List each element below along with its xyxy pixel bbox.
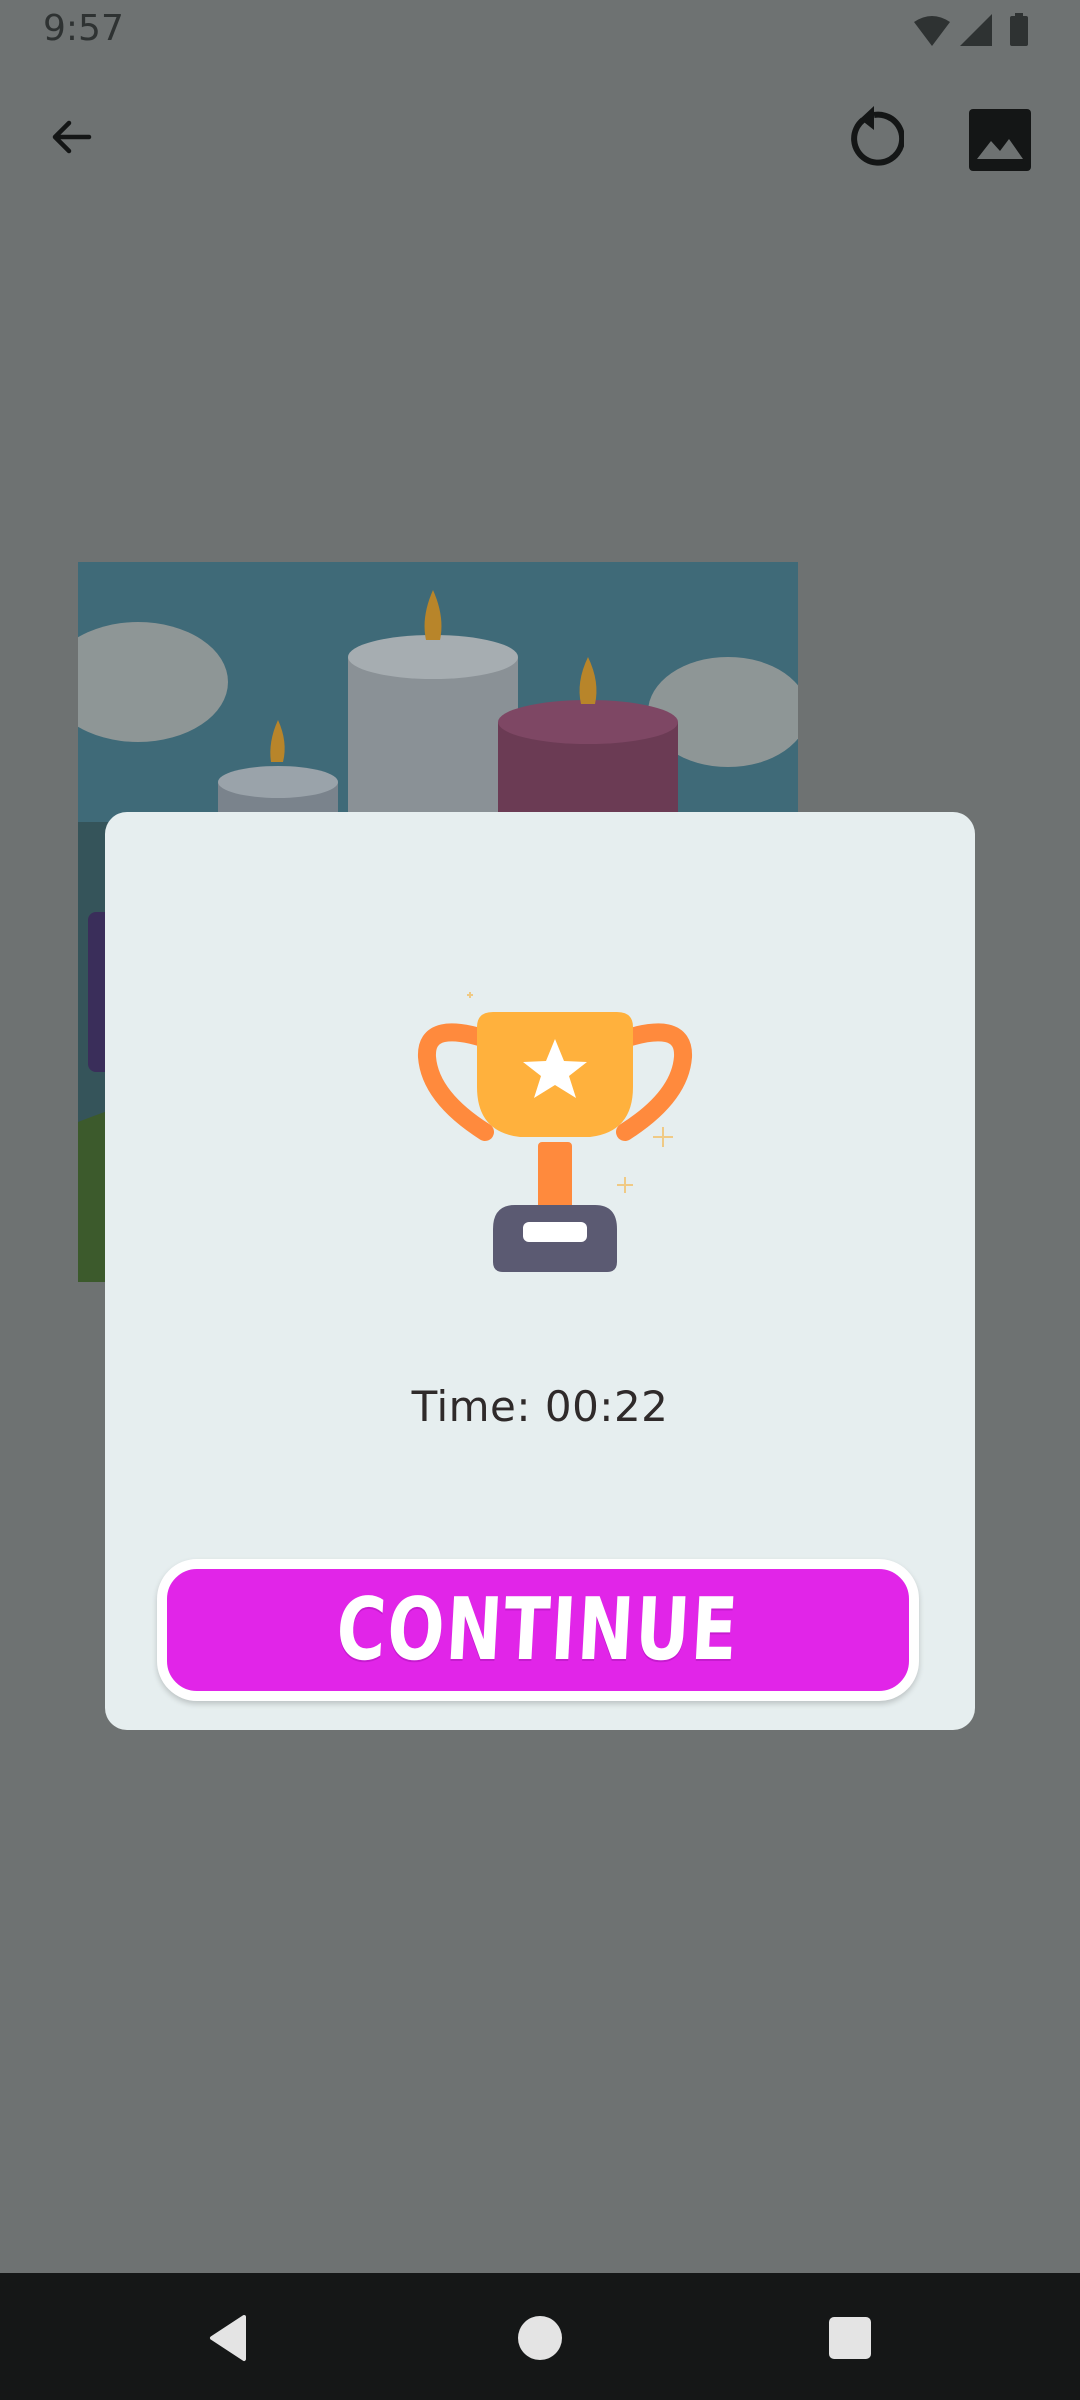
show-image-button[interactable] — [962, 102, 1038, 178]
status-icons — [912, 12, 1042, 52]
continue-button-label: CONTINUE — [334, 1580, 742, 1680]
nav-recents-button[interactable] — [815, 2303, 885, 2373]
status-icons-svg — [914, 13, 1028, 46]
system-nav-bar — [0, 2273, 1080, 2400]
status-bar: 9:57 — [0, 0, 1080, 60]
restart-button[interactable] — [836, 100, 912, 176]
wifi-icon — [914, 16, 950, 46]
nav-home-button[interactable] — [505, 2303, 575, 2373]
nav-recents-icon — [829, 2317, 871, 2359]
trophy-icon — [405, 967, 705, 1287]
nav-home-icon — [518, 2316, 562, 2360]
battery-icon — [1010, 16, 1028, 46]
cellular-signal-icon — [960, 14, 992, 46]
elapsed-time-text: Time: 00:22 — [411, 1382, 669, 1431]
app-bar — [0, 80, 1080, 190]
image-icon — [969, 109, 1031, 171]
back-button[interactable] — [36, 102, 106, 172]
nav-back-icon — [210, 2315, 246, 2361]
restart-icon — [851, 106, 904, 166]
result-dialog: Time: 00:22 CONTINUE — [105, 812, 975, 1730]
back-arrow-icon — [52, 120, 92, 154]
continue-button[interactable]: CONTINUE — [157, 1559, 919, 1701]
nav-back-button[interactable] — [194, 2303, 264, 2373]
status-time: 9:57 — [43, 8, 124, 49]
